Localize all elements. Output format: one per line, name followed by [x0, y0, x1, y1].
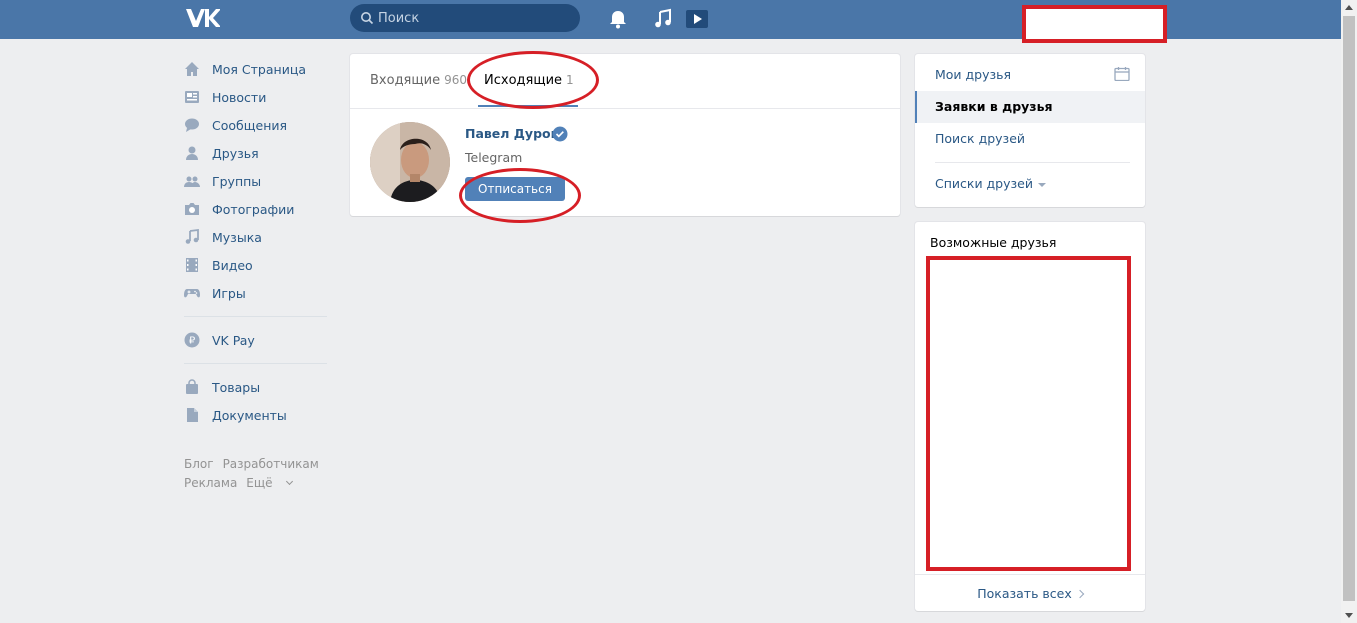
- sidebar-item-label: Товары: [212, 379, 261, 395]
- sidebar-item-music[interactable]: Музыка: [184, 223, 334, 251]
- verified-icon: [552, 126, 568, 142]
- sidebar-item-vkpay[interactable]: ₽ VK Pay: [184, 326, 334, 354]
- tab-count: 1: [566, 73, 574, 87]
- sidebar-item-label: Сообщения: [212, 117, 288, 133]
- groups-icon: [184, 173, 200, 189]
- sidebar-item-label: Группы: [212, 173, 262, 189]
- search-icon: [361, 12, 374, 25]
- scroll-up-icon[interactable]: [1345, 5, 1353, 10]
- possible-friends-title: Возможные друзья: [930, 235, 1057, 250]
- rightmenu-label: Поиск друзей: [935, 131, 1026, 146]
- rightmenu-label: Мои друзья: [935, 67, 1012, 82]
- rightmenu-item-my-friends[interactable]: Мои друзья: [915, 59, 1145, 91]
- unsubscribe-button[interactable]: Отписаться: [465, 177, 565, 201]
- sidebar-item-video[interactable]: Видео: [184, 251, 334, 279]
- ruble-coin-icon: ₽: [184, 332, 200, 348]
- friends-right-menu: Мои друзья Заявки в друзья Поиск друзей …: [915, 54, 1145, 207]
- rightmenu-item-search-friends[interactable]: Поиск друзей: [915, 123, 1145, 155]
- sidebar-item-groups[interactable]: Группы: [184, 167, 334, 195]
- sidebar-item-label: Игры: [212, 285, 246, 301]
- avatar[interactable]: [370, 122, 450, 202]
- rightmenu-label: Заявки в друзья: [935, 99, 1053, 114]
- rightmenu-item-friend-lists[interactable]: Списки друзей: [915, 168, 1145, 200]
- sidebar-item-label: VK Pay: [212, 332, 255, 348]
- redacted-possible-friends: [926, 256, 1131, 571]
- sidebar-item-news[interactable]: Новости: [184, 83, 334, 111]
- tab-label: Входящие: [370, 73, 441, 88]
- sidebar-item-games[interactable]: Игры: [184, 279, 334, 307]
- sidebar-item-label: Новости: [212, 89, 267, 105]
- video-icon: [184, 257, 200, 273]
- music-note-icon[interactable]: [652, 8, 674, 30]
- active-tab-indicator: [478, 105, 578, 107]
- gamepad-icon: [184, 285, 200, 301]
- music-icon: [184, 229, 200, 245]
- footer-link-more[interactable]: Ещё: [246, 476, 300, 490]
- footer-more-label: Ещё: [246, 476, 273, 490]
- tab-incoming[interactable]: Входящие 960: [370, 73, 467, 88]
- footer-link-ads[interactable]: Реклама: [184, 476, 237, 490]
- camera-icon: [184, 201, 200, 217]
- sidebar-footer: Блог Разработчикам Реклама Ещё: [184, 455, 334, 493]
- sidebar-item-label: Музыка: [212, 229, 262, 245]
- tab-outgoing[interactable]: Исходящие 1: [484, 73, 574, 88]
- news-icon: [184, 89, 200, 105]
- sidebar-item-label: Документы: [212, 407, 287, 423]
- sidebar-item-label: Видео: [212, 257, 253, 273]
- play-icon[interactable]: [686, 8, 708, 30]
- vk-logo-icon[interactable]: [184, 6, 220, 30]
- footer-link-developers[interactable]: Разработчикам: [223, 457, 319, 471]
- sidebar-item-label: Друзья: [212, 145, 259, 161]
- page-scrollbar[interactable]: [1341, 0, 1357, 623]
- menu-divider: [184, 363, 327, 364]
- search-input[interactable]: [378, 4, 573, 32]
- sidebar-item-label: Фотографии: [212, 201, 295, 217]
- rightmenu-item-requests[interactable]: Заявки в друзья: [915, 91, 1145, 123]
- messages-icon: [184, 117, 200, 133]
- scroll-down-icon[interactable]: [1345, 613, 1353, 618]
- rightmenu-label: Списки друзей: [935, 176, 1033, 191]
- chevron-right-icon: [1075, 589, 1084, 599]
- bag-icon: [184, 379, 200, 395]
- possible-friends-card: Возможные друзья Показать всех: [915, 222, 1145, 611]
- calendar-icon[interactable]: [1114, 67, 1130, 81]
- sidebar-item-goods[interactable]: Товары: [184, 373, 334, 401]
- tab-count: 960: [444, 73, 467, 87]
- friend-subtitle: Telegram: [465, 150, 523, 165]
- requests-tabs: Входящие 960 Исходящие 1: [350, 54, 900, 109]
- chevron-down-icon: [285, 477, 293, 486]
- sidebar-item-messages[interactable]: Сообщения: [184, 111, 334, 139]
- show-all-link[interactable]: Показать всех: [915, 574, 1145, 611]
- scroll-thumb[interactable]: [1343, 16, 1355, 601]
- caret-down-icon: [1037, 182, 1046, 187]
- tab-label: Исходящие: [484, 73, 563, 88]
- show-all-label: Показать всех: [977, 586, 1072, 601]
- menu-divider: [935, 162, 1130, 163]
- document-icon: [184, 407, 200, 423]
- svg-text:₽: ₽: [189, 336, 196, 347]
- redacted-profile-area: [1022, 5, 1167, 43]
- left-sidebar: Моя Страница Новости Сообщения Друзья Гр…: [184, 55, 334, 493]
- friends-icon: [184, 145, 200, 161]
- home-icon: [184, 61, 200, 77]
- sidebar-item-documents[interactable]: Документы: [184, 401, 334, 429]
- friend-name-link[interactable]: Павел Дуров: [465, 126, 559, 141]
- menu-divider: [184, 316, 327, 317]
- search-box[interactable]: [350, 4, 580, 32]
- sidebar-item-friends[interactable]: Друзья: [184, 139, 334, 167]
- top-header: [0, 0, 1341, 43]
- sidebar-item-photos[interactable]: Фотографии: [184, 195, 334, 223]
- sidebar-item-my-page[interactable]: Моя Страница: [184, 55, 334, 83]
- friend-requests-card: Входящие 960 Исходящие 1 Павел Дуров Teleg…: [350, 54, 900, 216]
- sidebar-item-label: Моя Страница: [212, 61, 306, 77]
- bell-icon[interactable]: [607, 8, 629, 30]
- footer-link-blog[interactable]: Блог: [184, 457, 214, 471]
